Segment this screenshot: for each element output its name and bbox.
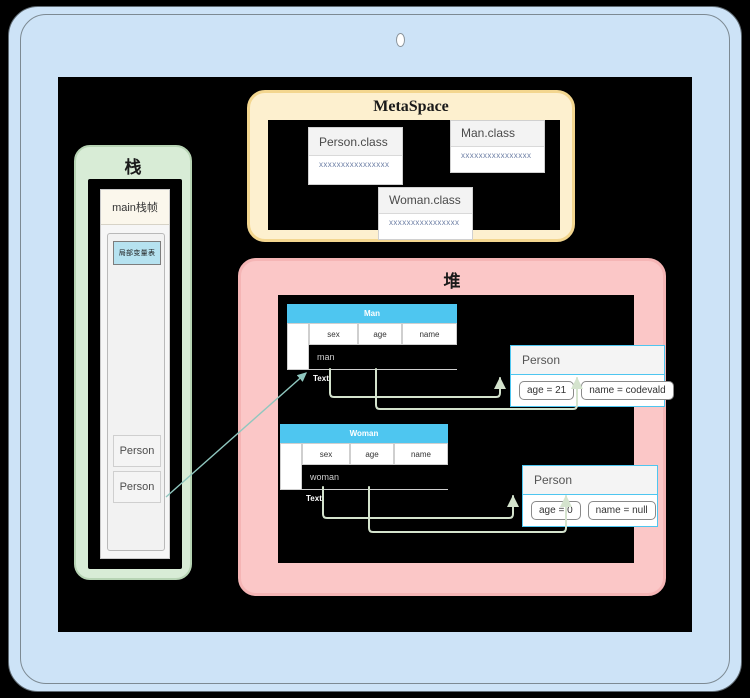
- object-table-man-col-sex: sex: [309, 323, 358, 345]
- stack-frame-body: 局部变量表 Person Person: [107, 233, 165, 551]
- class-box-woman-title: Woman.class: [379, 188, 472, 214]
- object-table-woman-value-sex: woman: [302, 465, 448, 490]
- heap-region[interactable]: 堆 Man sex age name man Text Person age =…: [238, 258, 674, 596]
- person-object-card-1[interactable]: Person age = 0 name = null: [522, 465, 658, 527]
- object-table-man-col-age: age: [358, 323, 402, 345]
- person-field-age-0: age = 21: [519, 381, 575, 400]
- class-box-person-body: xxxxxxxxxxxxxxxx: [319, 160, 390, 169]
- object-table-woman-caption: Text: [306, 494, 322, 503]
- class-box-person[interactable]: Person.class xxxxxxxxxxxxxxxx: [308, 127, 403, 185]
- class-box-man-title: Man.class: [451, 121, 544, 147]
- metaspace-inner-panel: Person.class xxxxxxxxxxxxxxxx Man.class …: [268, 120, 560, 240]
- object-table-man-caption: Text: [313, 374, 329, 383]
- person-object-card-1-fields: age = 0 name = null: [523, 495, 657, 526]
- person-object-card-0[interactable]: Person age = 21 name = codevald: [510, 345, 674, 407]
- person-field-age-1: age = 0: [531, 501, 581, 520]
- object-table-man-header: Man: [287, 304, 457, 323]
- metaspace-region[interactable]: MetaSpace Person.class xxxxxxxxxxxxxxxx …: [247, 90, 575, 242]
- person-object-card-1-title: Person: [523, 466, 657, 495]
- object-table-woman-col-sex: sex: [302, 443, 350, 465]
- person-object-card-0-fields: age = 21 name = codevald: [511, 375, 674, 406]
- class-box-man-body: xxxxxxxxxxxxxxxx: [461, 150, 532, 160]
- object-table-woman-col-age: age: [350, 443, 394, 465]
- class-box-person-title: Person.class: [309, 128, 402, 156]
- person-field-name-0: name = codevald: [581, 381, 674, 400]
- stack-title: 栈: [124, 158, 142, 177]
- stack-inner-panel: main栈帧 局部变量表 Person Person: [88, 179, 182, 569]
- object-table-woman-ref-cell[interactable]: [280, 443, 302, 490]
- stack-slot-person-0[interactable]: Person: [113, 435, 161, 467]
- class-box-woman[interactable]: Woman.class xxxxxxxxxxxxxxxx: [378, 187, 473, 240]
- object-table-woman-grid: sex age name woman: [280, 443, 448, 490]
- class-box-man[interactable]: Man.class xxxxxxxxxxxxxxxx: [450, 120, 545, 173]
- object-table-woman-header: Woman: [280, 424, 448, 443]
- stack-slot-person-1[interactable]: Person: [113, 471, 161, 503]
- person-object-card-0-title: Person: [511, 346, 664, 375]
- person-field-name-1: name = null: [587, 501, 656, 520]
- object-table-woman[interactable]: Woman sex age name woman Text: [280, 424, 448, 503]
- local-variable-table[interactable]: 局部变量表: [113, 241, 161, 265]
- main-stack-frame[interactable]: main栈帧 局部变量表 Person Person: [100, 189, 170, 559]
- diagram-canvas: 栈 main栈帧 局部变量表 Person Person MetaSpace P…: [0, 0, 750, 698]
- object-table-man-value-sex: man: [309, 345, 457, 370]
- heap-title: 堆: [443, 272, 461, 291]
- object-table-man-grid: sex age name man: [287, 323, 457, 370]
- object-table-man-col-name: name: [402, 323, 457, 345]
- heap-inner-panel: Man sex age name man Text Person age = 2…: [278, 295, 674, 563]
- class-box-woman-body: xxxxxxxxxxxxxxxx: [389, 217, 460, 227]
- camera-dot-icon: [396, 33, 405, 47]
- metaspace-title: MetaSpace: [373, 98, 449, 115]
- main-stack-frame-label: main栈帧: [101, 190, 169, 225]
- stack-region[interactable]: 栈 main栈帧 局部变量表 Person Person: [74, 145, 192, 580]
- object-table-woman-col-name: name: [394, 443, 448, 465]
- object-table-man-ref-cell[interactable]: [287, 323, 309, 370]
- object-table-man[interactable]: Man sex age name man Text: [287, 304, 457, 383]
